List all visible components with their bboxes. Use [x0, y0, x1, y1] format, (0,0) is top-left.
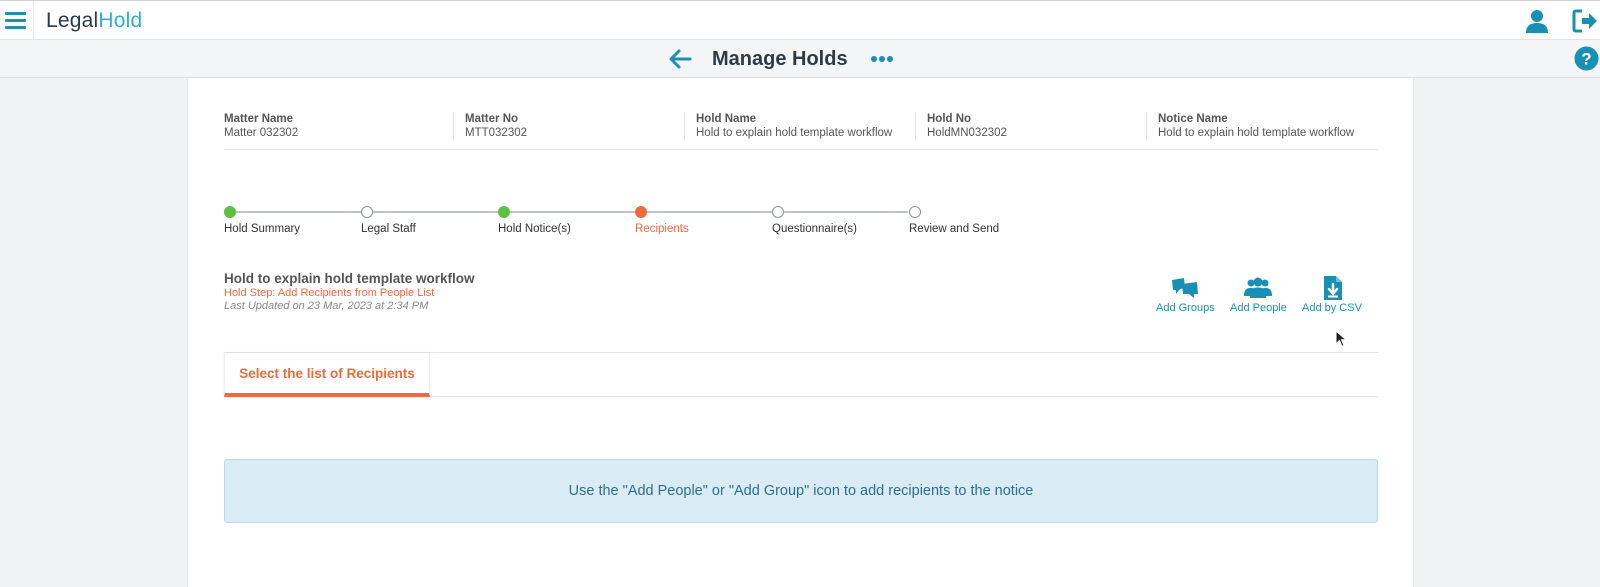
main-panel: Matter Name Matter 032302 Matter No MTT0…: [187, 78, 1414, 587]
info-banner: Use the "Add People" or "Add Group" icon…: [224, 459, 1378, 523]
step-dot-legal-staff[interactable]: [361, 206, 373, 218]
logo-text-hold: Hold: [98, 9, 143, 32]
tab-label: Select the list of Recipients: [239, 365, 415, 381]
tab-select-recipients[interactable]: Select the list of Recipients: [224, 353, 430, 397]
page-header: Manage Holds ?: [0, 40, 1600, 78]
step-hold-summary[interactable]: Hold Summary: [224, 223, 300, 235]
info-label: Hold No: [927, 113, 972, 125]
info-separator: [1146, 112, 1147, 140]
step-dot-hold-summary[interactable]: [224, 206, 236, 218]
mouse-cursor-icon: [1335, 330, 1347, 348]
step-hold-notices[interactable]: Hold Notice(s): [498, 223, 571, 235]
logo-text-legal: Legal: [46, 9, 99, 32]
step-questionnaires[interactable]: Questionnaire(s): [772, 223, 857, 235]
user-profile-icon[interactable]: [1524, 8, 1550, 34]
info-separator: [453, 112, 454, 140]
page-title: Manage Holds: [712, 48, 848, 70]
info-separator: [915, 112, 916, 140]
info-label: Matter Name: [224, 113, 294, 125]
add-by-csv-button[interactable]: Add by CSV: [1302, 276, 1362, 314]
info-matter-name: Matter Name Matter 032302: [224, 112, 298, 142]
info-value: Matter 032302: [224, 127, 299, 139]
banner-message: Use the "Add People" or "Add Group" icon…: [568, 483, 1034, 499]
info-notice-name: Notice Name Hold to explain hold templat…: [1158, 112, 1354, 142]
add-groups-button[interactable]: Add Groups: [1156, 276, 1215, 314]
step-dot-recipients[interactable]: [635, 206, 647, 218]
step-recipients[interactable]: Recipients: [635, 223, 689, 235]
step-dot-review-and-send[interactable]: [909, 206, 921, 218]
more-options-icon[interactable]: [870, 54, 894, 64]
info-value: Hold to explain hold template workflow: [1158, 127, 1355, 139]
hold-title: Hold to explain hold template workflow: [224, 271, 475, 286]
hold-step-text: Hold Step: Add Recipients from People Li…: [224, 287, 435, 299]
step-dot-questionnaires[interactable]: [772, 206, 784, 218]
recipient-tabs: Select the list of Recipients: [224, 352, 1378, 397]
add-people-button[interactable]: Add People: [1230, 276, 1287, 314]
info-label: Notice Name: [1158, 113, 1228, 125]
app-logo: LegalHold: [46, 9, 142, 33]
add-groups-label: Add Groups: [1156, 302, 1215, 314]
hold-info-row: Matter Name Matter 032302 Matter No MTT0…: [224, 112, 1378, 150]
add-by-csv-label: Add by CSV: [1302, 302, 1362, 314]
stepper-track: [236, 211, 908, 213]
hamburger-menu-icon[interactable]: [0, 1, 34, 40]
svg-text:?: ?: [1581, 50, 1591, 69]
help-icon[interactable]: ?: [1574, 46, 1599, 71]
step-review-and-send[interactable]: Review and Send: [909, 223, 999, 235]
info-value: MTT032302: [465, 127, 528, 139]
step-dot-hold-notices[interactable]: [498, 206, 510, 218]
info-hold-no: Hold No HoldMN032302: [927, 112, 1007, 142]
add-people-icon: [1244, 277, 1273, 298]
logout-icon[interactable]: [1572, 9, 1598, 33]
back-arrow-icon[interactable]: [668, 48, 692, 70]
info-label: Hold Name: [696, 113, 757, 125]
step-legal-staff[interactable]: Legal Staff: [361, 223, 416, 235]
info-hold-name: Hold Name Hold to explain hold template …: [696, 112, 892, 142]
info-value: Hold to explain hold template workflow: [696, 127, 893, 139]
add-groups-icon: [1172, 278, 1199, 298]
last-updated-text: Last Updated on 23 Mar, 2023 at 2:34 PM: [224, 300, 429, 312]
info-matter-no: Matter No MTT032302: [465, 112, 527, 142]
info-separator: [684, 112, 685, 140]
add-people-label: Add People: [1230, 302, 1287, 314]
info-label: Matter No: [465, 113, 519, 125]
top-bar: LegalHold: [0, 0, 1600, 40]
workflow-stepper: Hold Summary Legal Staff Hold Notice(s) …: [224, 206, 1024, 246]
csv-file-download-icon: [1323, 276, 1342, 300]
info-value: HoldMN032302: [927, 127, 1007, 139]
